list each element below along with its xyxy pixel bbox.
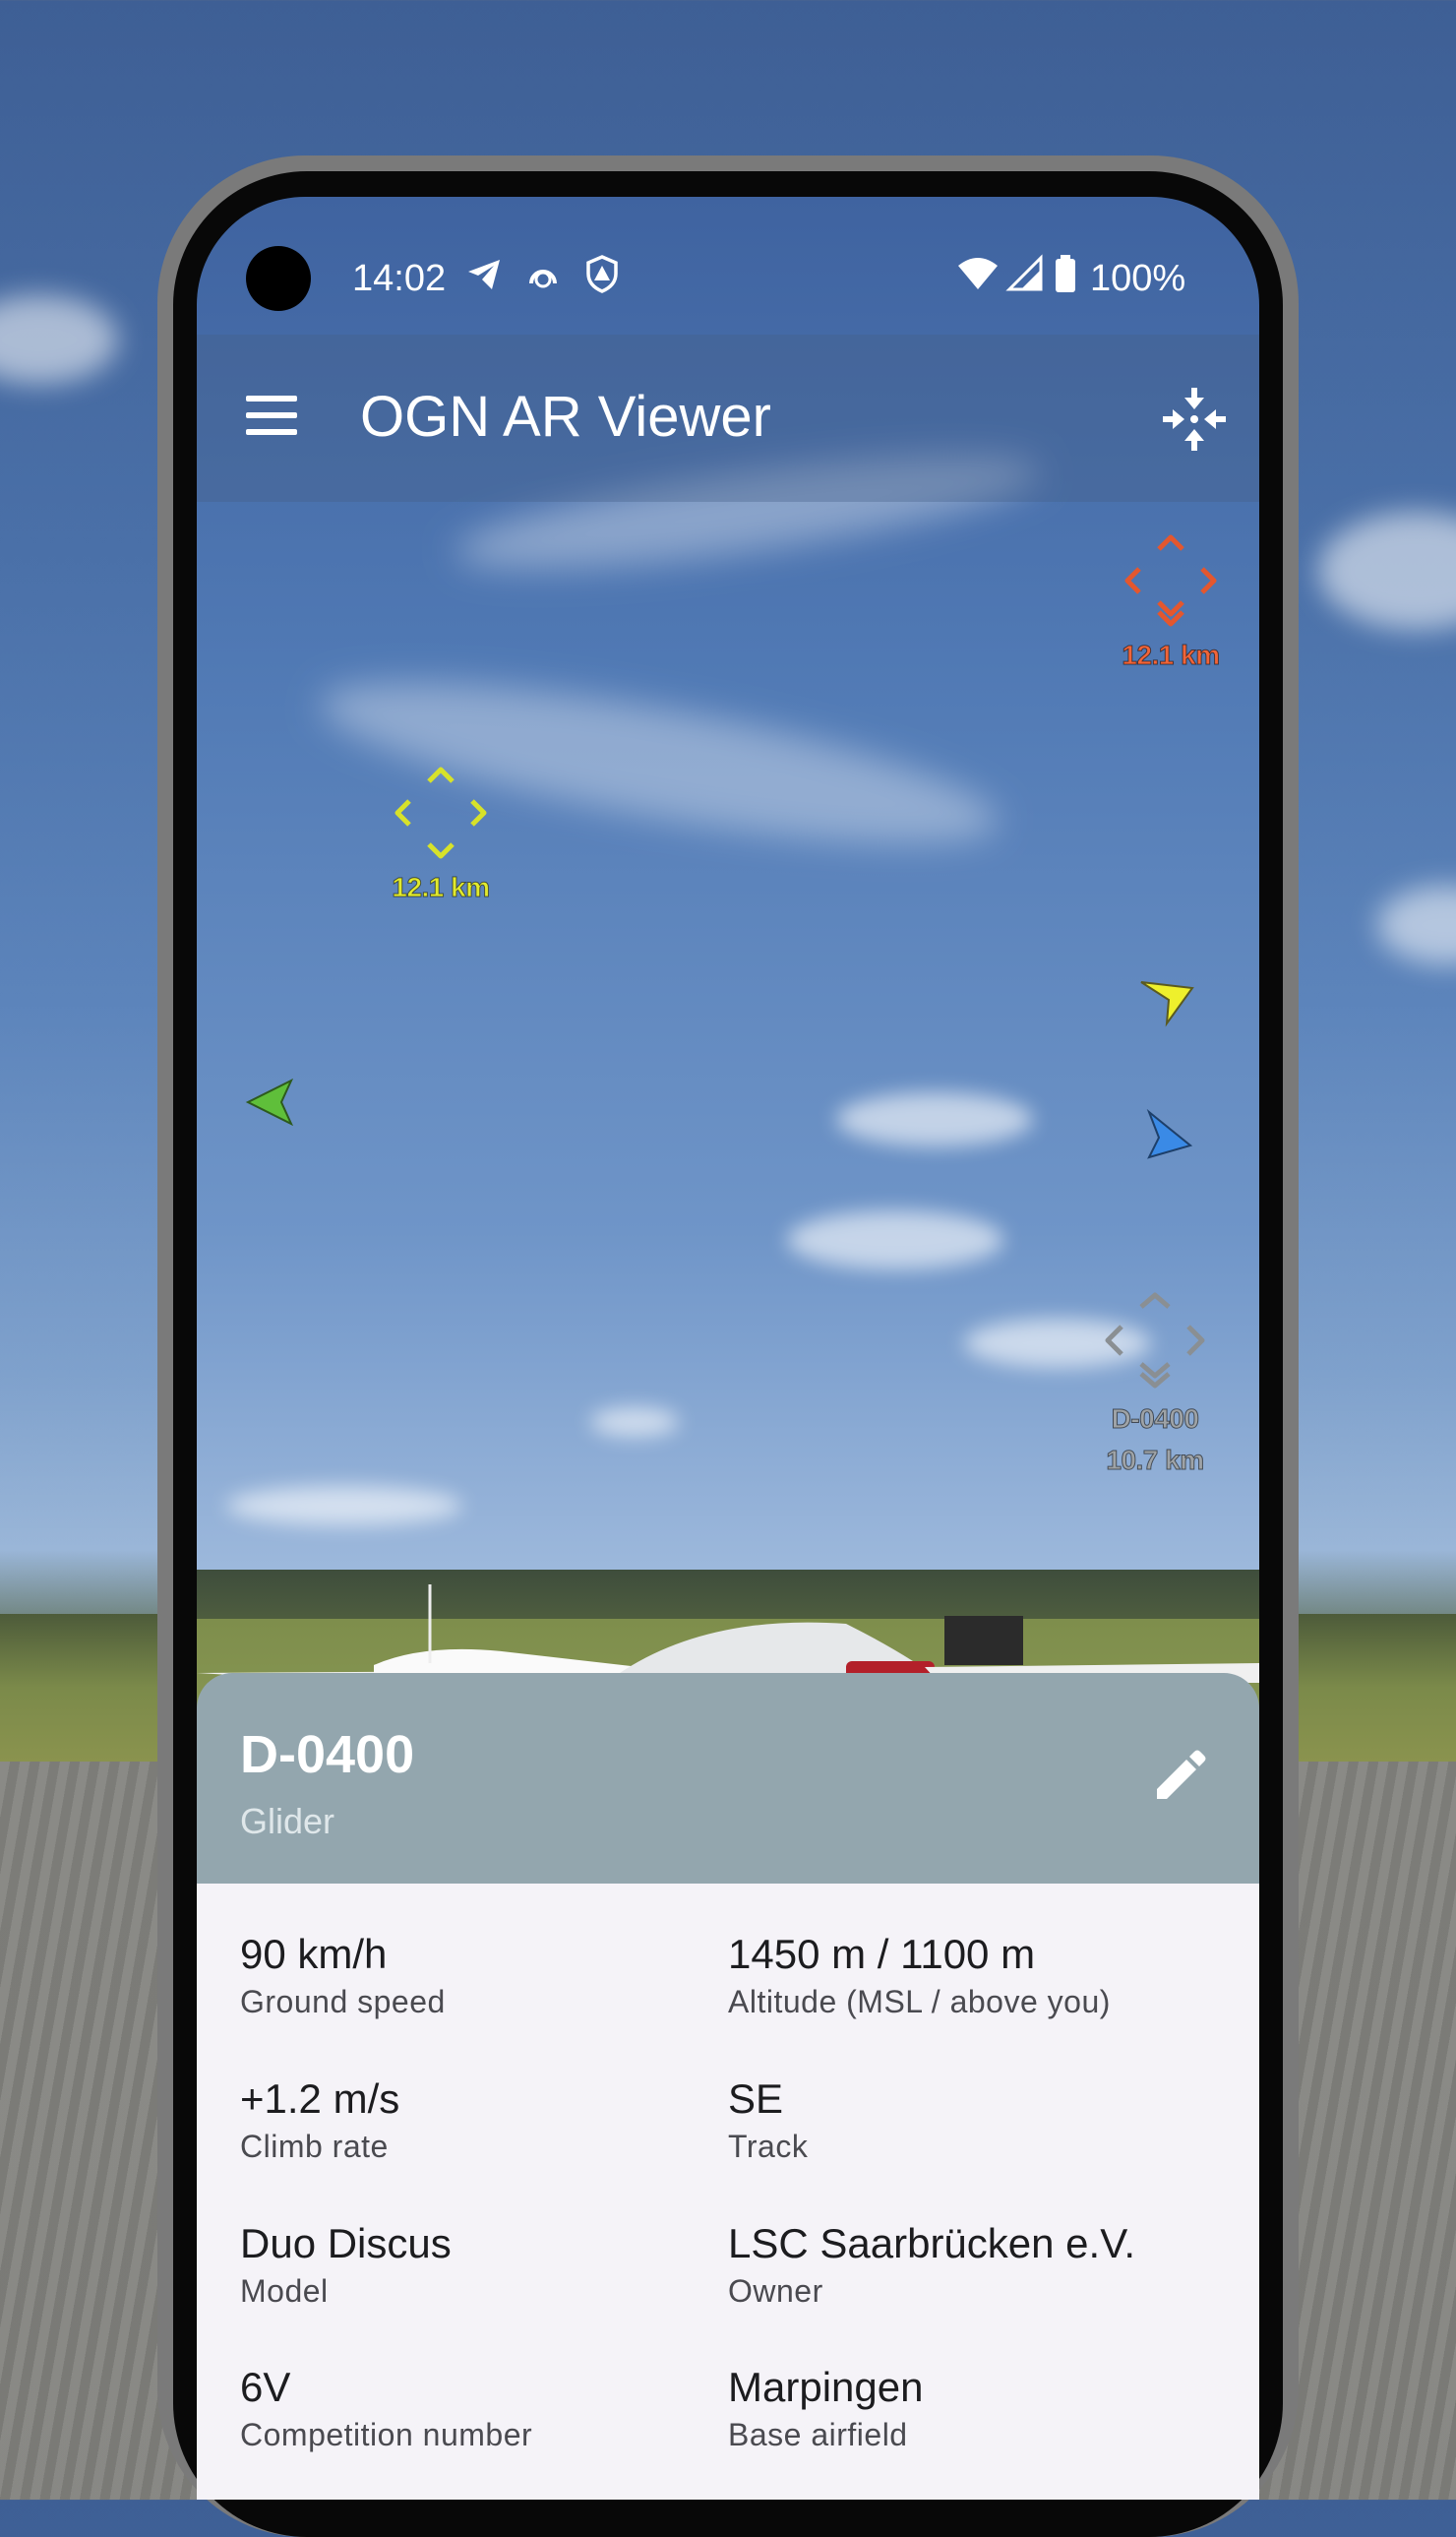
field-label: Base airfield (728, 2417, 908, 2452)
field-model: Duo Discus Model (240, 2220, 712, 2310)
status-time: 14:02 (352, 258, 447, 299)
field-ground-speed: 90 km/h Ground speed (240, 1931, 712, 2020)
aircraft-type: Glider (240, 1801, 335, 1841)
app-title: OGN AR Viewer (360, 385, 771, 449)
menu-button[interactable] (236, 386, 305, 445)
aircraft-marker-d0400[interactable]: D-0400 10.7 km (1086, 1289, 1224, 1476)
field-value: 90 km/h (240, 1931, 388, 1977)
battery-percent: 100% (1090, 258, 1186, 299)
field-competition-number: 6V Competition number (240, 2364, 712, 2453)
field-value: LSC Saarbrücken e.V. (728, 2220, 1136, 2266)
battery-icon (1056, 255, 1075, 292)
center-focus-icon[interactable] (1161, 386, 1228, 453)
field-climb-rate: +1.2 m/s Climb rate (240, 2075, 712, 2165)
marker-callsign: D-0400 (1111, 1403, 1199, 1435)
bg-cloud (1377, 886, 1456, 964)
sky-cloud (226, 1486, 462, 1525)
aircraft-marker-red[interactable]: 12.1 km (1112, 531, 1230, 671)
sheet-body: 90 km/h Ground speed 1450 m / 1100 m Alt… (197, 1884, 1259, 2500)
marker-distance: 10.7 km (1106, 1445, 1205, 1476)
field-owner: LSC Saarbrücken e.V. Owner (728, 2220, 1200, 2310)
marker-distance: 12.1 km (1122, 640, 1221, 671)
field-label: Model (240, 2273, 329, 2309)
menu-icon-line (246, 412, 297, 418)
signal-icon (1005, 254, 1043, 291)
status-bar: 14:02 100% (197, 197, 1259, 335)
parked-aircraft (197, 1584, 1259, 1683)
field-label: Ground speed (240, 1984, 446, 2019)
field-label: Owner (728, 2273, 823, 2309)
field-value: SE (728, 2075, 784, 2122)
aircraft-callsign: D-0400 (240, 1725, 415, 1784)
phone-screen: 12.1 km 12.1 km D-0400 10.7 km 14:02 100… (197, 197, 1259, 2500)
offscreen-arrow-yellow[interactable] (1137, 974, 1196, 1033)
field-label: Climb rate (240, 2129, 389, 2164)
sky-cloud (590, 1407, 679, 1437)
field-value: Duo Discus (240, 2220, 452, 2266)
field-label: Track (728, 2129, 809, 2164)
field-value: Marpingen (728, 2364, 924, 2410)
marker-distance: 12.1 km (392, 872, 491, 903)
edit-icon[interactable] (1149, 1748, 1208, 1807)
vpn-icon (529, 270, 557, 288)
field-label: Altitude (MSL / above you) (728, 1984, 1111, 2019)
offscreen-arrow-green[interactable] (240, 1073, 299, 1132)
telegram-icon (468, 260, 500, 289)
menu-icon-line (246, 429, 297, 435)
front-camera (246, 246, 311, 311)
field-value: 6V (240, 2364, 291, 2410)
aircraft-marker-yellow[interactable]: 12.1 km (382, 764, 500, 903)
field-track: SE Track (728, 2075, 1200, 2165)
menu-icon (246, 396, 297, 402)
bg-cloud (0, 295, 118, 384)
aircraft-detail-sheet: D-0400 Glider 90 km/h Ground speed 1450 … (197, 1673, 1259, 2500)
field-altitude: 1450 m / 1100 m Altitude (MSL / above yo… (728, 1931, 1200, 2020)
sheet-header: D-0400 Glider (197, 1673, 1259, 1884)
bg-cloud (1318, 512, 1456, 630)
sky-cloud (836, 1092, 1033, 1146)
offscreen-arrow-blue[interactable] (1137, 1106, 1196, 1165)
control-tower (944, 1616, 1023, 1665)
wifi-icon (958, 258, 998, 289)
field-value: 1450 m / 1100 m (728, 1931, 1036, 1977)
app-bar: OGN AR Viewer (197, 335, 1259, 502)
sky-cloud (787, 1210, 1003, 1269)
field-value: +1.2 m/s (240, 2075, 400, 2122)
shield-alert-icon (586, 255, 618, 293)
field-label: Competition number (240, 2417, 533, 2452)
field-base-airfield: Marpingen Base airfield (728, 2364, 1200, 2453)
